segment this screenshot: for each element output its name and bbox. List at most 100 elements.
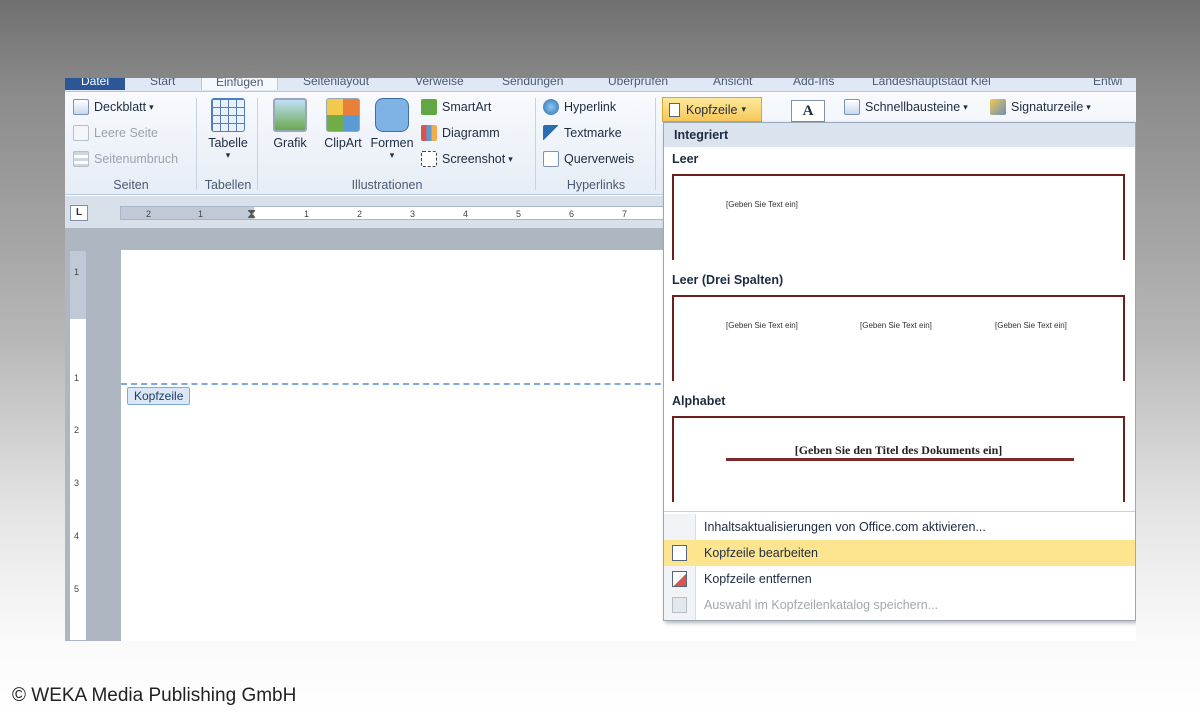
picture-icon — [273, 98, 307, 132]
ruler-tick: 4 — [74, 531, 80, 541]
cross-reference-icon — [543, 151, 559, 167]
ruler-tick: 1 — [304, 209, 310, 219]
tab-entwicklertools[interactable]: Entwi — [1093, 78, 1122, 90]
textfeld-icon[interactable]: A — [791, 100, 825, 122]
ruler-tick: 1 — [198, 209, 204, 219]
ruler-tick: 5 — [516, 209, 522, 219]
gallery-document-title: [Geben Sie den Titel des Dokuments ein] — [794, 443, 1003, 457]
header-icon — [669, 102, 680, 117]
gallery-title: Alphabet — [672, 394, 726, 408]
blank-page-icon — [73, 125, 89, 141]
ribbon-tab-strip: Datei Start Einfügen Seitenlayout Verwei… — [65, 78, 1136, 92]
tab-stop-selector[interactable]: L — [70, 205, 88, 221]
ruler-tick: 5 — [74, 584, 80, 594]
ruler-tick: 3 — [410, 209, 416, 219]
querverweis-button[interactable]: Querverweis — [543, 151, 634, 167]
hyperlink-icon — [543, 99, 559, 115]
ruler-tick: 6 — [569, 209, 575, 219]
dropdown-arrow-icon: ▾ — [1086, 101, 1091, 112]
tab-ueberpruefen[interactable]: Überprüfen — [608, 78, 668, 90]
group-label-seiten: Seiten — [113, 178, 149, 192]
horizontal-ruler[interactable]: 2 1 ⧗ 1 2 3 4 5 6 7 — [120, 206, 670, 222]
group-divider — [655, 98, 656, 190]
table-icon — [211, 98, 245, 132]
formen-button[interactable]: Formen ▾ — [368, 98, 416, 161]
signature-line-icon — [990, 99, 1006, 115]
schnellbausteine-button[interactable]: Schnellbausteine ▾ — [844, 99, 968, 115]
kopfzeile-dropdown: Integriert Leer [Geben Sie Text ein] Lee… — [663, 122, 1136, 621]
ruler-tick: 2 — [357, 209, 363, 219]
tab-ansicht[interactable]: Ansicht — [713, 78, 752, 90]
dropdown-arrow-icon: ▾ — [741, 104, 746, 114]
gallery-item-alphabet[interactable]: [Geben Sie den Titel des Dokuments ein] — [672, 416, 1125, 502]
group-label-hyperlinks: Hyperlinks — [566, 178, 626, 192]
ruler-tick: 7 — [622, 209, 628, 219]
ruler-margin — [121, 207, 254, 219]
ruler-tick: 1 — [74, 267, 80, 277]
textmarke-button[interactable]: Textmarke — [543, 125, 622, 141]
group-divider — [535, 98, 536, 190]
gallery-placeholder: [Geben Sie Text ein] — [860, 321, 932, 330]
deckblatt-button[interactable]: Deckblatt ▾ — [73, 99, 154, 115]
tab-sendungen[interactable]: Sendungen — [502, 78, 563, 90]
kopfzeile-button[interactable]: Kopfzeile ▾ — [662, 97, 762, 122]
dropdown-arrow-icon: ▾ — [225, 150, 231, 160]
vertical-ruler[interactable]: 1 1 2 3 4 5 — [69, 250, 87, 641]
gallery-title: Leer (Drei Spalten) — [672, 273, 784, 287]
gallery-item-leer[interactable]: [Geben Sie Text ein] — [672, 174, 1125, 260]
remove-header-icon — [672, 571, 687, 587]
clipart-icon — [326, 98, 360, 132]
signaturzeile-button[interactable]: Signaturzeile ▾ — [990, 99, 1091, 115]
ruler-tick: 1 — [74, 373, 80, 383]
menu-item-kopfzeile-bearbeiten[interactable]: Kopfzeile bearbeiten — [664, 540, 1135, 566]
cover-page-icon — [73, 99, 89, 115]
smartart-button[interactable]: SmartArt — [421, 99, 491, 115]
screenshot-icon — [421, 151, 437, 167]
indent-marker-icon[interactable]: ⧗ — [247, 206, 256, 222]
chart-icon — [421, 125, 437, 141]
tab-start[interactable]: Start — [150, 78, 175, 90]
menu-separator — [664, 511, 1135, 512]
menu-item-auswahl-speichern[interactable]: Auswahl im Kopfzeilenkatalog speichern..… — [664, 592, 1135, 618]
tab-add-ins[interactable]: Add-Ins — [793, 78, 834, 90]
clipart-button[interactable]: ClipArt — [317, 98, 369, 150]
tab-seitenlayout[interactable]: Seitenlayout — [303, 78, 369, 90]
quick-parts-icon — [844, 99, 860, 115]
menu-item-inhaltsaktualisierungen[interactable]: Inhaltsaktualisierungen von Office.com a… — [664, 514, 1135, 540]
group-divider — [196, 98, 197, 190]
header-boundary-line — [121, 383, 681, 385]
gallery-item-leer-drei-spalten[interactable]: [Geben Sie Text ein] [Geben Sie Text ein… — [672, 295, 1125, 381]
grafik-button[interactable]: Grafik — [267, 98, 313, 150]
tab-verweise[interactable]: Verweise — [415, 78, 464, 90]
tab-einfuegen[interactable]: Einfügen — [201, 78, 279, 90]
copyright-watermark: © WEKA Media Publishing GmbH — [12, 685, 297, 706]
screenshot-button[interactable]: Screenshot ▾ — [421, 151, 513, 167]
hyperlink-button[interactable]: Hyperlink — [543, 99, 616, 115]
diagramm-button[interactable]: Diagramm — [421, 125, 500, 141]
dropdown-arrow-icon: ▾ — [508, 153, 513, 164]
group-divider — [257, 98, 258, 190]
ruler-tick: 2 — [74, 425, 80, 435]
gallery-placeholder: [Geben Sie Text ein] — [726, 200, 798, 209]
leere-seite-button[interactable]: Leere Seite — [73, 125, 158, 141]
dropdown-arrow-icon: ▾ — [963, 101, 968, 112]
bookmark-icon — [543, 125, 559, 141]
ruler-tick: 2 — [146, 209, 152, 219]
seitenumbruch-button[interactable]: Seitenumbruch — [73, 151, 178, 167]
ruler-tick: 3 — [74, 478, 80, 488]
dropdown-arrow-icon: ▾ — [389, 150, 395, 160]
word-window: Datei Start Einfügen Seitenlayout Verwei… — [65, 78, 1136, 641]
menu-item-kopfzeile-entfernen[interactable]: Kopfzeile entfernen — [664, 566, 1135, 592]
edit-header-icon — [672, 545, 687, 561]
gallery-title: Leer — [672, 152, 699, 166]
dropdown-arrow-icon: ▾ — [149, 101, 154, 112]
gallery-placeholder: [Geben Sie Text ein] — [726, 321, 798, 330]
tabelle-button[interactable]: Tabelle ▾ — [202, 98, 254, 161]
ruler-margin — [70, 251, 86, 319]
tab-datei[interactable]: Datei — [65, 78, 126, 90]
tab-landeshauptstadt-kiel[interactable]: Landeshauptstadt Kiel — [872, 78, 991, 90]
save-selection-icon — [672, 597, 687, 613]
gallery-placeholder: [Geben Sie Text ein] — [995, 321, 1067, 330]
gallery-title-rule — [726, 458, 1074, 461]
shapes-icon — [375, 98, 409, 132]
